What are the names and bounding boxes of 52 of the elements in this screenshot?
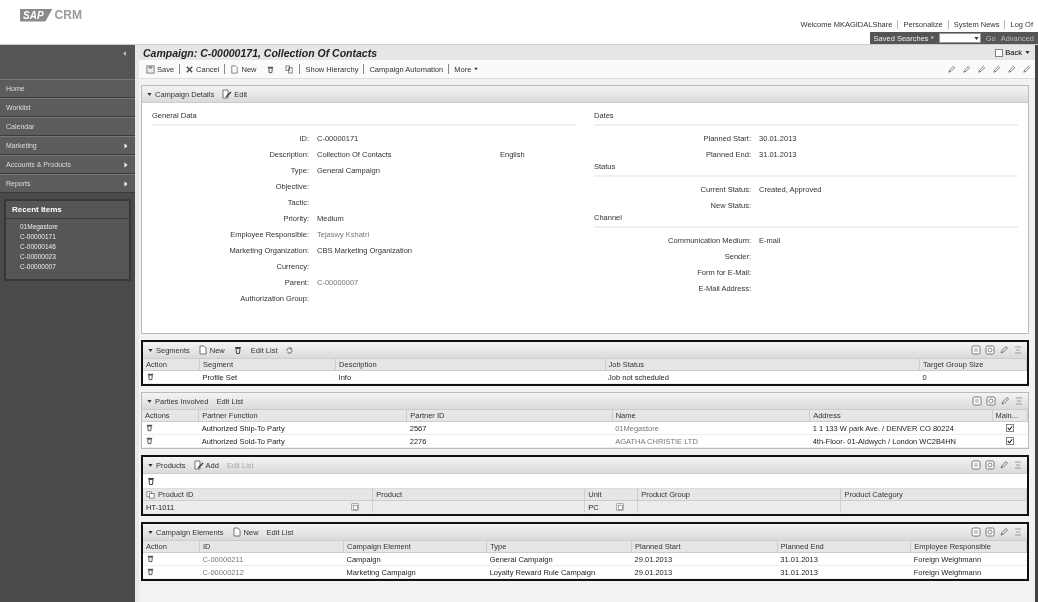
arrow-icon: [122, 179, 130, 188]
save-icon: [146, 64, 155, 74]
document-icon: [231, 527, 242, 537]
pencil-icon[interactable]: [999, 345, 1009, 355]
trash-icon[interactable]: [266, 64, 276, 74]
caret-icon: [972, 34, 980, 42]
close-icon: [185, 64, 195, 74]
grid-icon[interactable]: [971, 345, 981, 355]
caret-icon: [473, 66, 480, 72]
trash-icon[interactable]: [145, 422, 154, 432]
back-icon: [995, 48, 1004, 57]
caret-icon: [146, 397, 153, 405]
trash-icon[interactable]: [146, 553, 155, 563]
pencil-icon[interactable]: [1000, 396, 1010, 406]
caret-icon: [146, 90, 153, 98]
copy-icon[interactable]: [285, 64, 295, 74]
trash-icon[interactable]: [146, 566, 155, 576]
select-all-icon[interactable]: [146, 490, 155, 499]
arrow-icon: [122, 141, 130, 150]
frame-icon[interactable]: [985, 527, 995, 537]
checkbox[interactable]: [1005, 424, 1014, 432]
logo-mark: SAP: [20, 8, 53, 22]
caret-icon: [147, 346, 154, 354]
frame-icon[interactable]: [985, 345, 995, 355]
frame-icon[interactable]: [985, 460, 995, 470]
arrow-icon: [122, 160, 130, 169]
edit-icon: [222, 89, 233, 99]
trash-icon[interactable]: [145, 435, 154, 445]
pencil-icon[interactable]: [999, 460, 1009, 470]
collapse-icon[interactable]: [120, 49, 129, 58]
checkbox[interactable]: [1005, 437, 1014, 445]
trash-icon[interactable]: [232, 345, 243, 355]
frame-icon[interactable]: [986, 396, 996, 406]
value-help-icon[interactable]: [351, 503, 360, 511]
trash-icon[interactable]: [146, 371, 155, 381]
caret-icon: [147, 528, 154, 536]
page-title: Campaign: C-00000171, Collection Of Contacts: [143, 46, 377, 59]
product-name: CRM: [54, 8, 82, 22]
trash-icon[interactable]: [146, 476, 156, 486]
caret-icon: [147, 461, 154, 469]
grid-icon[interactable]: [971, 460, 981, 470]
edit-icon: [193, 460, 204, 470]
grid-icon[interactable]: [971, 527, 981, 537]
value-help-icon[interactable]: [616, 503, 625, 511]
pencil-icon[interactable]: [999, 527, 1009, 537]
recent-items-title: Recent Items: [6, 201, 129, 219]
document-icon: [197, 345, 208, 355]
grid-icon[interactable]: [972, 396, 982, 406]
caret-icon: [1024, 49, 1031, 56]
saved-searches-dropdown[interactable]: [938, 33, 981, 43]
refresh-icon[interactable]: [285, 345, 295, 355]
document-icon: [230, 64, 240, 74]
